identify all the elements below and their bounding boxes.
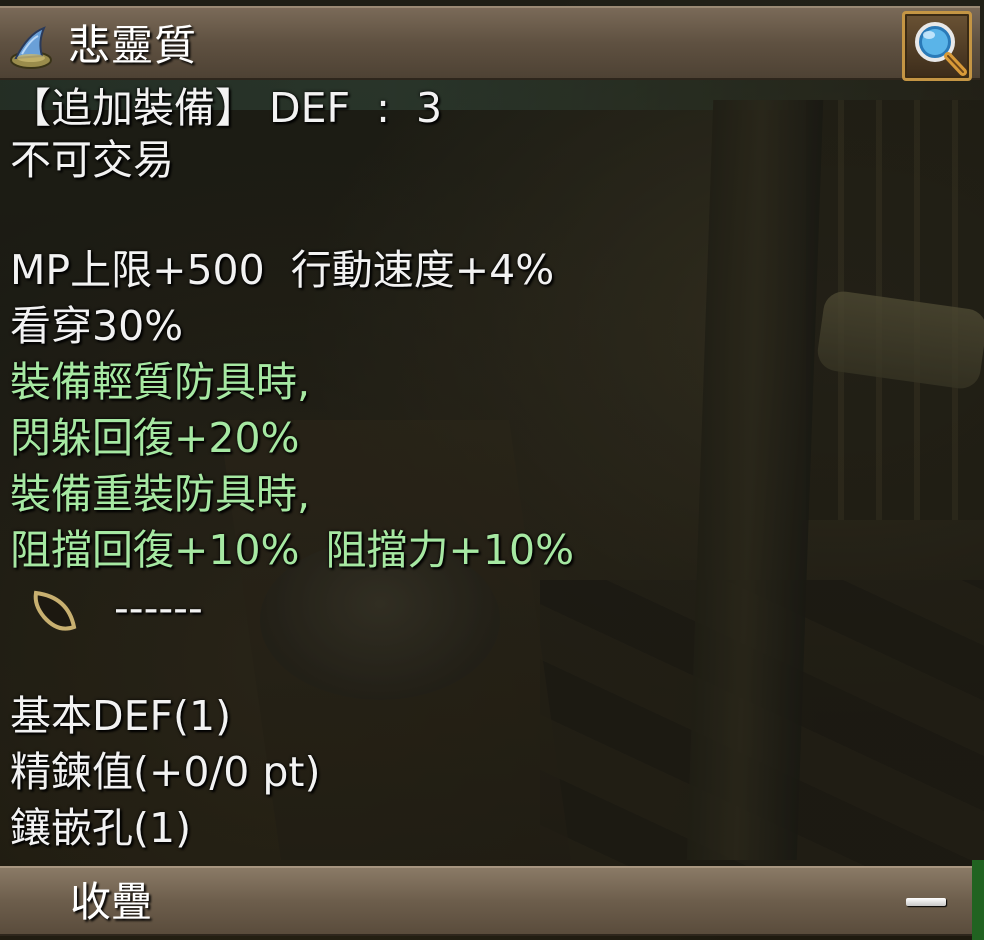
magnifier-icon xyxy=(915,22,967,76)
untradeable-label: 不可交易 xyxy=(10,136,174,184)
refine-value: 精鍊值(+0/0 pt) xyxy=(10,748,321,796)
wizard-hat-icon xyxy=(8,24,54,70)
stat-mp-speed: MP上限+500 行動速度+4% xyxy=(10,246,555,294)
heavy-armor-condition: 裝備重裝防具時, xyxy=(10,470,311,518)
block-bonus: 阻擋回復+10% 阻擋力+10% xyxy=(10,526,575,574)
zoom-button[interactable] xyxy=(902,11,972,81)
stat-penetration: 看穿30% xyxy=(10,302,184,350)
evade-recovery-bonus: 閃躲回復+20% xyxy=(10,414,300,462)
collapse-bar[interactable]: 收疊 xyxy=(0,866,972,936)
game-scene: 悲靈質 【追加裝備】 DEF : 3 不可交易 MP上限+500 行動速度+4%… xyxy=(0,0,984,940)
item-tooltip-header: 悲靈質 xyxy=(0,6,980,81)
extra-equip-def: 【追加裝備】 DEF : 3 xyxy=(10,84,443,132)
socket-empty-text: ------ xyxy=(114,584,203,632)
empty-socket-icon xyxy=(28,587,78,637)
light-armor-condition: 裝備輕質防具時, xyxy=(10,358,311,406)
minus-icon[interactable] xyxy=(906,898,946,906)
socket-count: 鑲嵌孔(1) xyxy=(10,804,192,852)
collapse-label: 收疊 xyxy=(70,878,152,926)
item-name: 悲靈質 xyxy=(68,21,198,70)
base-def: 基本DEF(1) xyxy=(10,692,232,740)
